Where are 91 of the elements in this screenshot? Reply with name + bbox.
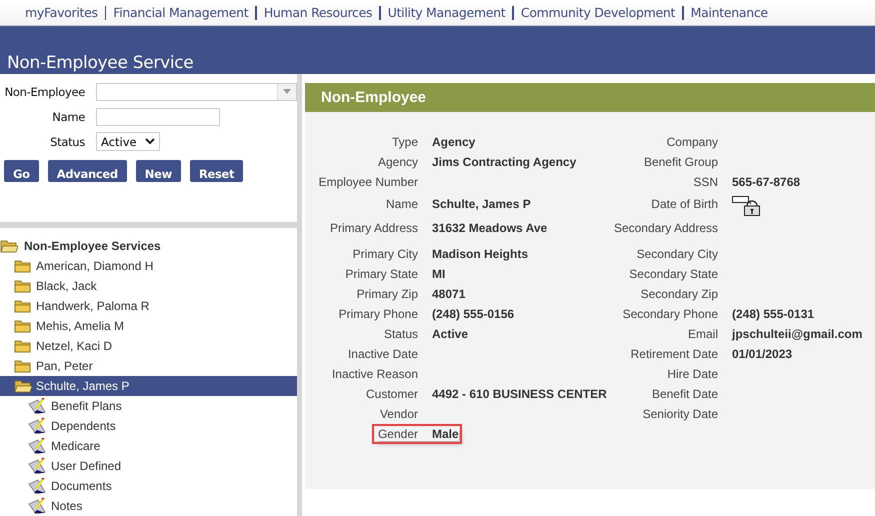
tree-item[interactable]: American, Diamond H bbox=[0, 256, 297, 276]
field-label: Benefit Date bbox=[650, 387, 718, 401]
field-value: Schulte, James P bbox=[432, 197, 531, 211]
pencil-page-icon bbox=[28, 478, 46, 494]
field-label: Company bbox=[666, 135, 718, 149]
menu-link[interactable]: Financial Management bbox=[113, 5, 248, 20]
tree-item[interactable]: Pan, Peter bbox=[0, 356, 297, 376]
pencil-page-icon bbox=[28, 398, 46, 414]
field-value: Madison Heights bbox=[432, 247, 528, 261]
menu-link[interactable]: Community Development bbox=[520, 5, 676, 20]
folder-icon bbox=[14, 259, 32, 273]
field-label: Secondary Zip bbox=[640, 287, 718, 301]
field-label: Primary State bbox=[344, 267, 418, 281]
field-label: Inactive Date bbox=[346, 347, 418, 361]
action-button[interactable]: Advanced bbox=[48, 160, 127, 182]
status-select[interactable]: Active bbox=[96, 132, 160, 151]
section-title: Non-Employee bbox=[321, 89, 426, 106]
caret-icon bbox=[283, 89, 291, 94]
field-label: Secondary City bbox=[636, 247, 718, 261]
tree-item[interactable]: Benefit Plans bbox=[0, 396, 297, 416]
tree-root[interactable]: Non-Employee Services bbox=[24, 239, 161, 253]
field-label: Agency bbox=[376, 155, 418, 169]
field-label: Benefit Group bbox=[642, 155, 718, 169]
folder-icon bbox=[14, 359, 32, 373]
field-label: Primary City bbox=[352, 247, 418, 261]
pencil-page-icon bbox=[28, 418, 46, 434]
page-title: Non-Employee Service bbox=[7, 53, 194, 73]
field-label: Secondary State bbox=[628, 267, 718, 281]
field-label: Primary Phone bbox=[338, 307, 418, 321]
folder-icon bbox=[14, 379, 32, 393]
folder-icon bbox=[14, 339, 32, 353]
field-label: Status bbox=[49, 134, 86, 148]
field-value: 48071 bbox=[432, 287, 466, 301]
combo-field[interactable] bbox=[96, 82, 297, 100]
field-label: Hire Date bbox=[666, 367, 718, 381]
tree-item[interactable]: Notes bbox=[0, 496, 297, 516]
field-value: (248) 555-0156 bbox=[432, 307, 514, 321]
field-label: Customer bbox=[364, 387, 418, 401]
folder-icon bbox=[14, 319, 32, 333]
field-label: Employee Number bbox=[318, 175, 418, 189]
tree-item[interactable]: Documents bbox=[0, 476, 297, 496]
chevron-icon bbox=[145, 138, 155, 145]
field-label: Date of Birth bbox=[650, 197, 718, 211]
field-value: 31632 Meadows Ave bbox=[432, 221, 548, 235]
field-label: Email bbox=[686, 327, 718, 341]
tree-item[interactable]: Schulte, James P bbox=[0, 376, 297, 396]
field-value: Active bbox=[432, 327, 468, 341]
field-value: 565-67-8768 bbox=[732, 175, 800, 189]
field-label: Retirement Date bbox=[630, 347, 718, 361]
field-label: Non-Employee bbox=[4, 84, 86, 98]
field-label: Name bbox=[51, 110, 86, 124]
folder-icon bbox=[14, 279, 32, 293]
field-value: (248) 555-0131 bbox=[732, 307, 814, 321]
action-button[interactable]: New bbox=[136, 160, 181, 182]
field-label: Inactive Reason bbox=[330, 367, 418, 381]
field-label: Status bbox=[382, 327, 418, 341]
field-value: 4492 - 610 BUSINESS CENTER bbox=[432, 387, 607, 401]
field-label: Secondary Phone bbox=[622, 307, 718, 321]
menu-link[interactable]: Maintenance bbox=[690, 5, 768, 20]
tree-item[interactable]: Medicare bbox=[0, 436, 297, 456]
field-label: Name bbox=[384, 197, 418, 211]
field-label: Type bbox=[390, 135, 418, 149]
field-label: Gender bbox=[376, 427, 418, 441]
field-value: Male bbox=[432, 427, 459, 441]
menu-link[interactable]: myFavorites bbox=[25, 5, 98, 20]
field-label: Primary Zip bbox=[356, 287, 418, 301]
pencil-page-icon bbox=[28, 438, 46, 454]
menu-link[interactable]: Human Resources bbox=[264, 5, 372, 20]
field-label: Secondary Address bbox=[612, 221, 718, 235]
tree-item[interactable]: Dependents bbox=[0, 416, 297, 436]
field-label: SSN bbox=[692, 175, 718, 189]
tree-item[interactable]: Black, Jack bbox=[0, 276, 297, 296]
action-button[interactable]: Go bbox=[4, 160, 39, 182]
field-label: Primary Address bbox=[328, 221, 418, 235]
field-value: Agency bbox=[432, 135, 476, 149]
action-button[interactable]: Reset bbox=[190, 160, 244, 182]
field-value: 01/01/2023 bbox=[732, 347, 792, 361]
menu-link[interactable]: Utility Management bbox=[388, 5, 506, 20]
tree-item[interactable]: Handwerk, Paloma R bbox=[0, 296, 297, 316]
name-field[interactable] bbox=[96, 108, 220, 126]
field-value: jpschulteii@gmail.com bbox=[732, 327, 862, 341]
pencil-page-icon bbox=[28, 498, 46, 514]
tree-item[interactable]: User Defined bbox=[0, 456, 297, 476]
folder-icon bbox=[14, 299, 32, 313]
pencil-page-icon bbox=[28, 458, 46, 474]
tree-item[interactable]: Netzel, Kaci D bbox=[0, 336, 297, 356]
tree-item[interactable]: Mehis, Amelia M bbox=[0, 316, 297, 336]
field-value: MI bbox=[432, 267, 446, 281]
field-label: Seniority Date bbox=[642, 407, 718, 421]
field-label: Vendor bbox=[378, 407, 418, 421]
field-value: Jims Contracting Agency bbox=[432, 155, 576, 169]
